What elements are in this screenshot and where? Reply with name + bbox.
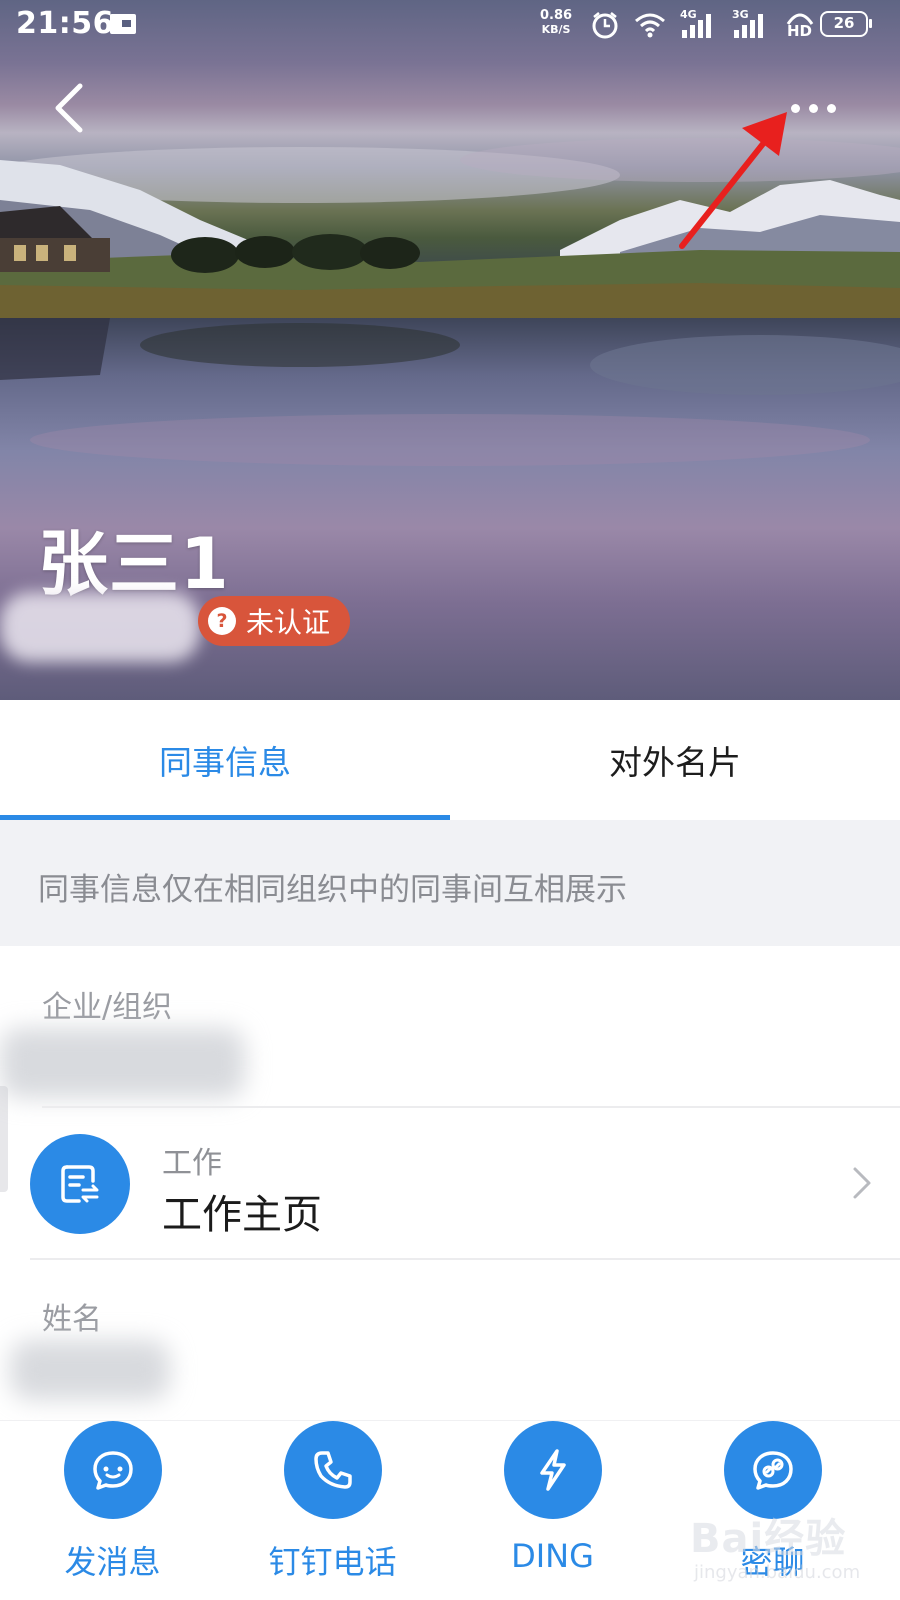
hd-label: HD bbox=[787, 22, 813, 40]
dingtalk-call-label: 钉钉电话 bbox=[268, 1543, 397, 1581]
secret-chat-button[interactable]: 密聊 bbox=[660, 1421, 885, 1600]
signal-4g-icon: 4G bbox=[680, 8, 718, 40]
divider bbox=[30, 1258, 900, 1260]
status-bar: 21:56 0.86 KB/S 4G 3G HD 26 bbox=[0, 0, 900, 50]
status-icons: 4G 3G HD bbox=[590, 8, 816, 42]
tab-business-card[interactable]: 对外名片 bbox=[450, 700, 900, 820]
status-time: 21:56 bbox=[16, 6, 114, 41]
send-message-label: 发消息 bbox=[64, 1543, 161, 1581]
more-dot-icon bbox=[790, 103, 800, 113]
blurred-org-value bbox=[0, 1028, 245, 1098]
chevron-right-icon bbox=[853, 1167, 871, 1199]
privacy-notice: 同事信息仅在相同组织中的同事间互相展示 bbox=[0, 820, 900, 946]
network-speed-value: 0.86 bbox=[540, 8, 573, 23]
tab-colleague-info[interactable]: 同事信息 bbox=[0, 700, 450, 820]
question-icon: ? bbox=[208, 607, 236, 635]
chat-icon bbox=[64, 1421, 162, 1519]
unverified-badge-label: 未认证 bbox=[246, 606, 331, 639]
name-label: 姓名 bbox=[42, 1302, 102, 1337]
ding-label: DING bbox=[511, 1537, 594, 1575]
back-button[interactable] bbox=[46, 80, 96, 136]
work-homepage-title: 工作主页 bbox=[162, 1192, 322, 1238]
hd-call-icon: HD bbox=[784, 10, 816, 40]
dingtalk-call-button[interactable]: 钉钉电话 bbox=[220, 1421, 445, 1600]
back-arrow-icon bbox=[55, 83, 83, 133]
tab-business-card-label: 对外名片 bbox=[609, 743, 741, 782]
more-dot-icon bbox=[826, 103, 836, 113]
alarm-icon bbox=[592, 12, 618, 39]
ding-button[interactable]: DING bbox=[440, 1421, 665, 1600]
work-icon bbox=[30, 1134, 130, 1234]
work-homepage-row[interactable]: 工作 工作主页 bbox=[0, 1108, 900, 1258]
lightning-icon bbox=[504, 1421, 602, 1519]
blurred-name-value bbox=[10, 1340, 170, 1400]
battery-indicator: 26 bbox=[820, 11, 872, 37]
notification-icon bbox=[110, 14, 136, 34]
more-options-button[interactable] bbox=[778, 88, 848, 128]
secret-chat-label: 密聊 bbox=[740, 1543, 805, 1581]
phone-icon bbox=[284, 1421, 382, 1519]
blurred-org-name bbox=[0, 592, 200, 662]
signal-3g-icon: 3G bbox=[732, 8, 770, 40]
unverified-badge[interactable]: ? 未认证 bbox=[198, 596, 351, 646]
more-dot-icon bbox=[808, 103, 818, 113]
profile-header-photo: 21:56 0.86 KB/S 4G 3G HD 26 张三1 ? 未认证 bbox=[0, 0, 900, 700]
profile-tabs: 同事信息 对外名片 bbox=[0, 700, 900, 820]
network-speed: 0.86 KB/S bbox=[540, 9, 572, 37]
network-speed-unit: KB/S bbox=[541, 23, 571, 36]
action-bar: 发消息 钉钉电话 DING 密聊 bbox=[0, 1420, 900, 1600]
send-message-button[interactable]: 发消息 bbox=[0, 1421, 225, 1600]
org-label: 企业/组织 bbox=[42, 990, 173, 1025]
work-small-label: 工作 bbox=[162, 1146, 222, 1181]
tab-colleague-info-label: 同事信息 bbox=[159, 743, 291, 782]
wifi-icon bbox=[635, 13, 665, 38]
secret-chat-icon bbox=[724, 1421, 822, 1519]
